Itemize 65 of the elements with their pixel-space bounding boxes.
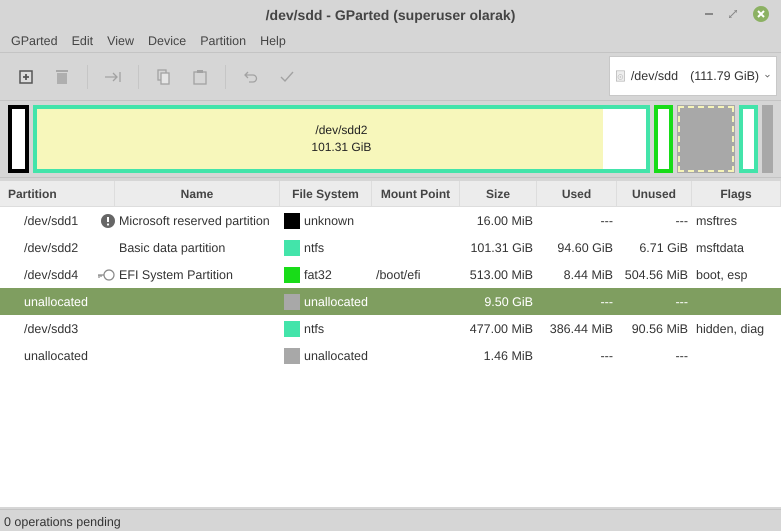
device-dropdown[interactable]: /dev/sdd (111.79 GiB) xyxy=(609,56,777,96)
column-header[interactable]: Used xyxy=(537,181,617,206)
flags-cell: hidden, diag xyxy=(696,322,764,336)
partition-cell: /dev/sdd4 xyxy=(24,268,78,282)
size-cell: 1.46 MiB xyxy=(484,348,533,362)
partition-segment[interactable]: /dev/sdd2 101.31 GiB xyxy=(33,105,650,173)
partition-size: 101.31 GiB xyxy=(311,139,372,156)
menu-item[interactable]: View xyxy=(100,34,141,48)
device-size: (111.79 GiB) xyxy=(690,69,760,83)
file-system-cell: ntfs xyxy=(304,322,324,336)
partition-cell: unallocated xyxy=(24,348,88,362)
used-cell: --- xyxy=(600,214,613,228)
column-header[interactable]: Partition xyxy=(0,181,115,206)
partition-cell: /dev/sdd2 xyxy=(24,240,78,254)
column-header[interactable]: Size xyxy=(460,181,537,206)
file-system-cell: unallocated xyxy=(304,348,368,362)
partition-row[interactable]: /dev/sdd1 Microsoft reserved partition unknown 16.00 MiB --- --- msftres xyxy=(0,207,781,234)
partition-row[interactable]: /dev/sdd3 ntfs 477.00 MiB 386.44 MiB 90.56 MiB hidden, diag xyxy=(0,315,781,342)
menu-item[interactable]: Edit xyxy=(64,34,100,48)
flags-cell: msftdata xyxy=(696,240,744,254)
device-name: /dev/sdd xyxy=(630,69,678,83)
flags-cell: boot, esp xyxy=(696,268,748,282)
size-cell: 477.00 MiB xyxy=(470,322,533,336)
flags-cell: msftres xyxy=(696,214,737,228)
unused-cell: 6.71 GiB xyxy=(639,240,688,254)
column-header[interactable]: File System xyxy=(280,181,372,206)
unused-cell: 90.56 MiB xyxy=(632,322,688,336)
file-system-cell: fat32 xyxy=(304,268,332,282)
column-header[interactable]: Name xyxy=(115,181,280,206)
used-cell: --- xyxy=(600,294,613,308)
column-header[interactable]: Unused xyxy=(617,181,692,206)
menu-item[interactable]: Device xyxy=(140,34,194,48)
name-cell: Microsoft reserved partition xyxy=(119,214,270,228)
used-cell: 94.60 GiB xyxy=(557,240,613,254)
partition-cell: /dev/sdd1 xyxy=(24,214,78,228)
name-cell: Basic data partition xyxy=(119,240,226,254)
used-cell: 8.44 MiB xyxy=(564,268,613,282)
unused-cell: 504.56 MiB xyxy=(624,268,688,282)
size-cell: 513.00 MiB xyxy=(470,268,533,282)
partition-cell: unallocated xyxy=(24,294,88,308)
used-cell: 386.44 MiB xyxy=(550,322,613,336)
mount-point-cell: /boot/efi xyxy=(376,268,420,282)
partition-row[interactable]: /dev/sdd4 EFI System Partition fat32 /boot/efi 513.00 MiB 8.44 MiB 504.56 MiB boot, esp xyxy=(0,261,781,288)
file-system-cell: ntfs xyxy=(304,240,324,254)
partition-row[interactable]: unallocated unallocated 1.46 MiB --- --- xyxy=(0,342,781,369)
window-title: /dev/sdd - GParted (superuser olarak) xyxy=(266,7,516,23)
unused-cell: --- xyxy=(676,348,688,362)
column-header[interactable]: Flags xyxy=(692,181,781,206)
size-cell: 101.31 GiB xyxy=(470,240,533,254)
partition-cell: /dev/sdd3 xyxy=(24,322,78,336)
menu-item[interactable]: Help xyxy=(253,34,293,48)
file-system-cell: unknown xyxy=(304,214,354,228)
size-cell: 9.50 GiB xyxy=(484,294,533,308)
file-system-cell: unallocated xyxy=(304,294,368,308)
size-cell: 16.00 MiB xyxy=(476,214,533,228)
unused-cell: --- xyxy=(676,214,688,228)
column-header[interactable]: Mount Point xyxy=(372,181,460,206)
status-text: 0 operations pending xyxy=(4,514,121,528)
name-cell: EFI System Partition xyxy=(119,268,233,282)
partition-label: /dev/sdd2 xyxy=(315,122,368,139)
menu-item[interactable]: GParted xyxy=(4,34,65,48)
used-cell: --- xyxy=(600,348,613,362)
partition-row[interactable]: /dev/sdd2 Basic data partition ntfs 101.31 GiB 94.60 GiB 6.71 GiB msftdata xyxy=(0,234,781,261)
menu-item[interactable]: Partition xyxy=(193,34,254,48)
unused-cell: --- xyxy=(676,294,688,308)
